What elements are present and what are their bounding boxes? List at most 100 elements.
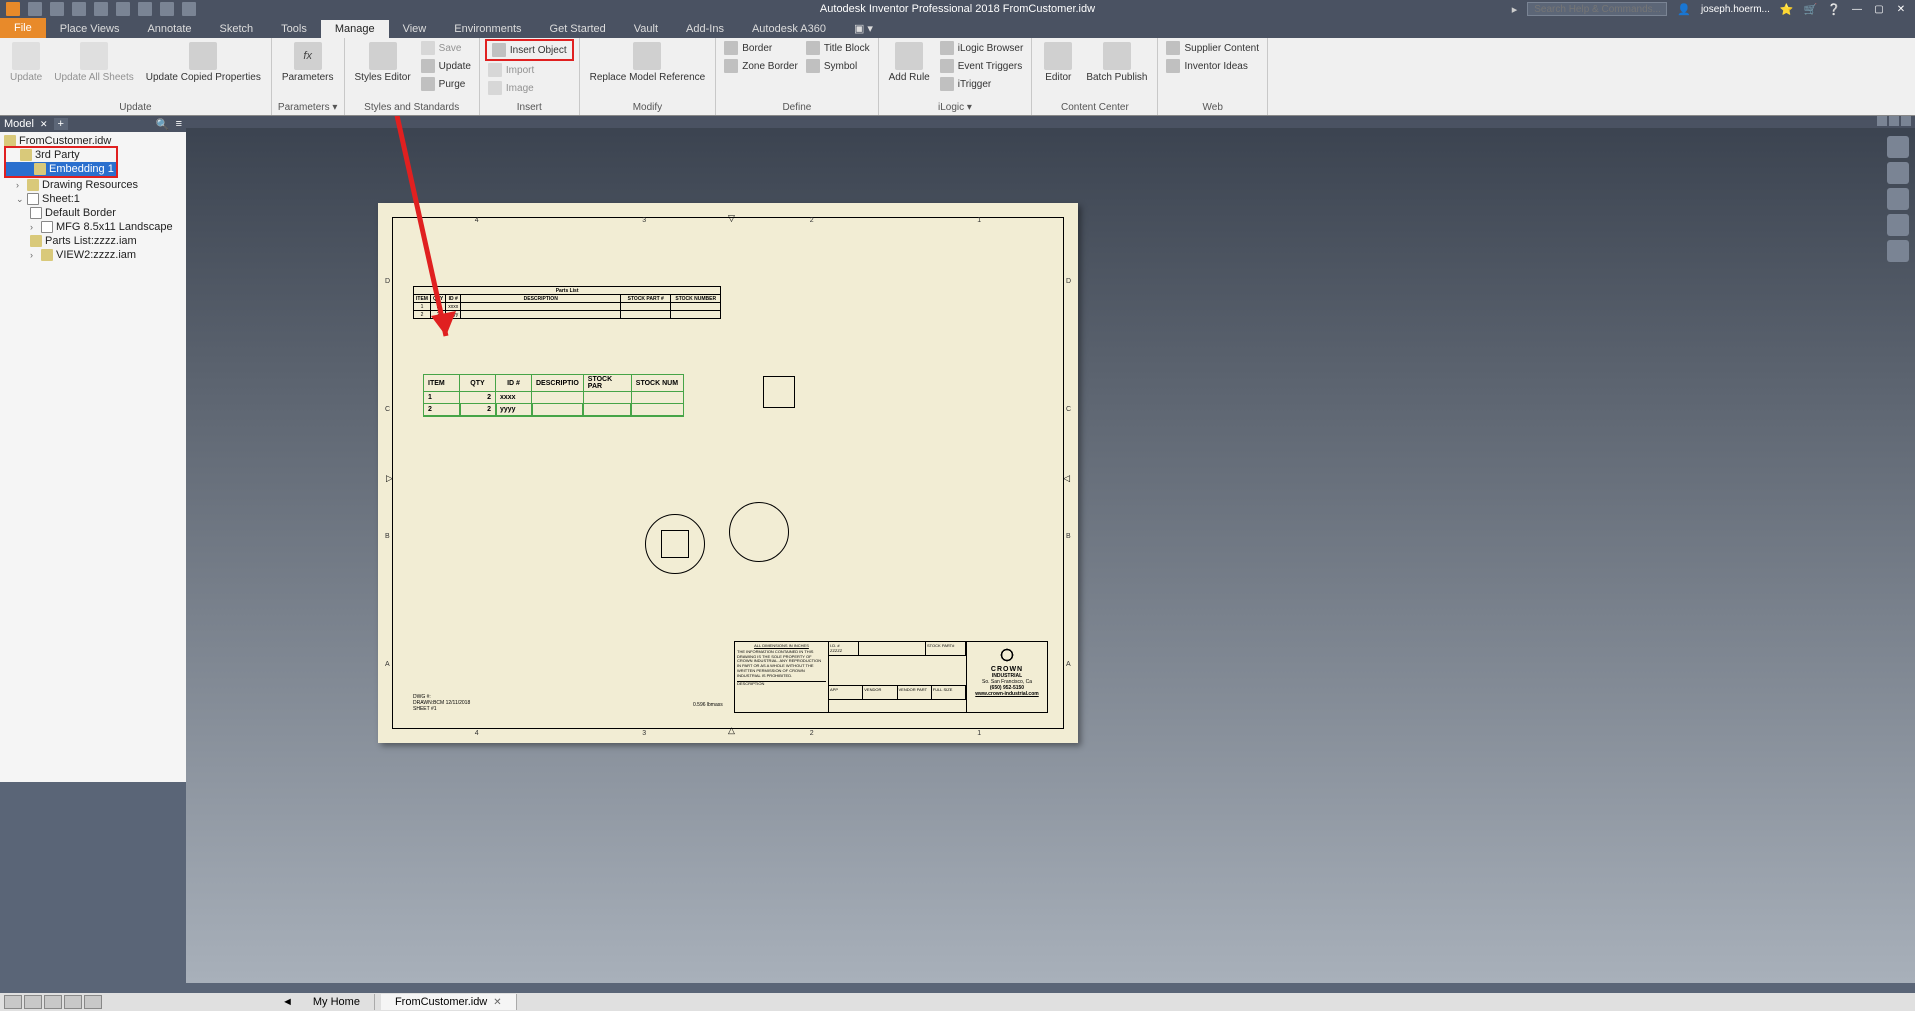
- open-icon[interactable]: [28, 2, 42, 16]
- update-all-sheets-button[interactable]: Update All Sheets: [50, 40, 138, 85]
- mass-label: 0.596 lbmass: [693, 702, 723, 708]
- tree-root[interactable]: FromCustomer.idw: [2, 134, 184, 148]
- close-icon[interactable]: ✕: [493, 997, 501, 1008]
- favorites-icon[interactable]: ⭐: [1780, 3, 1794, 16]
- tab-a360[interactable]: Autodesk A360: [738, 20, 840, 38]
- parts-list-table[interactable]: Parts List ITEM QTY ID # DESCRIPTION STO…: [413, 286, 721, 319]
- itrigger-button[interactable]: iTrigger: [938, 76, 1026, 92]
- home-icon[interactable]: [116, 2, 130, 16]
- material-icon[interactable]: [160, 2, 174, 16]
- circle-view-2[interactable]: [729, 502, 789, 562]
- nav-full-icon[interactable]: [1887, 162, 1909, 184]
- update-copied-button[interactable]: Update Copied Properties: [142, 40, 265, 85]
- canvas-max-icon[interactable]: [1889, 116, 1899, 126]
- help-icon[interactable]: ❔: [1827, 3, 1841, 16]
- titleblock-button[interactable]: Title Block: [804, 40, 872, 56]
- minimize-button[interactable]: —: [1851, 3, 1863, 15]
- event-triggers-button[interactable]: Event Triggers: [938, 58, 1026, 74]
- styles-save-button[interactable]: Save: [419, 40, 473, 56]
- parameters-group-title: Parameters ▾: [278, 100, 338, 113]
- batch-publish-button[interactable]: Batch Publish: [1082, 40, 1151, 85]
- dwg-info: DWG #: DRAWN:BCM 12/11/2018 SHEET #1: [413, 694, 470, 712]
- select-icon[interactable]: [138, 2, 152, 16]
- image-button[interactable]: Image: [486, 80, 573, 96]
- tab-sketch[interactable]: Sketch: [206, 20, 268, 38]
- border-button[interactable]: Border: [722, 40, 800, 56]
- tree-view2[interactable]: ›VIEW2:zzzz.iam: [2, 248, 184, 262]
- styles-editor-button[interactable]: Styles Editor: [351, 40, 415, 85]
- undo-icon[interactable]: [72, 2, 86, 16]
- nav-pan-icon[interactable]: [1887, 214, 1909, 236]
- modify-group-title: Modify: [586, 100, 710, 113]
- nav-zoom-icon[interactable]: [1887, 240, 1909, 262]
- view-mode-4[interactable]: [64, 995, 82, 1009]
- parameters-button[interactable]: fxParameters: [278, 40, 338, 85]
- doc-tab-file[interactable]: FromCustomer.idw✕: [381, 994, 517, 1010]
- canvas[interactable]: 4321 DCBA DCBA 4321 ▽ △ ▷ ◁ Parts List: [186, 116, 1915, 983]
- inventor-ideas-button[interactable]: Inventor Ideas: [1164, 58, 1261, 74]
- canvas-header: [186, 116, 1915, 128]
- tab-manage[interactable]: Manage: [321, 20, 389, 38]
- update-button[interactable]: Update: [6, 40, 46, 85]
- tab-annotate[interactable]: Annotate: [133, 20, 205, 38]
- insert-object-button[interactable]: Insert Object: [486, 40, 573, 60]
- tree-3rd-party[interactable]: 3rd Party: [6, 148, 116, 162]
- nav-home-icon[interactable]: [1887, 136, 1909, 158]
- redo-icon[interactable]: [94, 2, 108, 16]
- tab-collapse[interactable]: ▣ ▾: [840, 19, 887, 38]
- ilogic-browser-button[interactable]: iLogic Browser: [938, 40, 1026, 56]
- zone-border-button[interactable]: Zone Border: [722, 58, 800, 74]
- tree-border[interactable]: Default Border: [2, 206, 184, 220]
- add-rule-button[interactable]: Add Rule: [885, 40, 934, 85]
- square-view[interactable]: [763, 376, 795, 408]
- tab-environments[interactable]: Environments: [440, 20, 535, 38]
- browser-add-tab[interactable]: +: [54, 118, 68, 130]
- tree-embedding[interactable]: Embedding 1: [6, 162, 116, 176]
- styles-update-button[interactable]: Update: [419, 58, 473, 74]
- tree-resources[interactable]: ›Drawing Resources: [2, 178, 184, 192]
- cart-icon[interactable]: 🛒: [1804, 3, 1818, 16]
- styles-purge-button[interactable]: Purge: [419, 76, 473, 92]
- replace-model-button[interactable]: Replace Model Reference: [586, 40, 710, 85]
- tab-vault[interactable]: Vault: [620, 20, 672, 38]
- signin-label[interactable]: joseph.hoerm...: [1701, 4, 1770, 15]
- appearance-icon[interactable]: [182, 2, 196, 16]
- tab-get-started[interactable]: Get Started: [536, 20, 620, 38]
- tab-addins[interactable]: Add-Ins: [672, 20, 738, 38]
- close-button[interactable]: ✕: [1895, 3, 1907, 15]
- maximize-button[interactable]: ▢: [1873, 3, 1885, 15]
- menu-tabs: File Place Views Annotate Sketch Tools M…: [0, 18, 1915, 38]
- nav-bar: [1887, 136, 1911, 262]
- canvas-min-icon[interactable]: [1877, 116, 1887, 126]
- browser-header: Model ✕ + 🔍 ≡: [0, 116, 186, 132]
- title-block[interactable]: ALL DIMENSIONS IN INCHES THE INFORMATION…: [734, 641, 1048, 713]
- view-mode-2[interactable]: [24, 995, 42, 1009]
- model-browser: FromCustomer.idw 3rd Party Embedding 1 ›…: [0, 132, 186, 782]
- tree-mfg[interactable]: ›MFG 8.5x11 Landscape: [2, 220, 184, 234]
- browser-close-tab[interactable]: ✕: [40, 119, 48, 130]
- view-mode-5[interactable]: [84, 995, 102, 1009]
- doc-tab-home[interactable]: My Home: [299, 994, 375, 1010]
- nav-orbit-icon[interactable]: [1887, 188, 1909, 210]
- file-tab[interactable]: File: [0, 18, 46, 38]
- supplier-content-button[interactable]: Supplier Content: [1164, 40, 1261, 56]
- tree-sheet[interactable]: ⌄Sheet:1: [2, 192, 184, 206]
- drawing-sheet[interactable]: 4321 DCBA DCBA 4321 ▽ △ ▷ ◁ Parts List: [378, 203, 1078, 743]
- canvas-close-icon[interactable]: [1901, 116, 1911, 126]
- app-icon[interactable]: [6, 2, 20, 16]
- save-icon[interactable]: [50, 2, 64, 16]
- embedded-table[interactable]: ITEM QTY ID # DESCRIPTIO STOCK PAR STOCK…: [423, 374, 684, 416]
- symbol-button[interactable]: Symbol: [804, 58, 872, 74]
- browser-menu-icon[interactable]: ≡: [176, 118, 182, 131]
- tab-tools[interactable]: Tools: [267, 20, 321, 38]
- tab-view[interactable]: View: [389, 20, 441, 38]
- cc-editor-button[interactable]: Editor: [1038, 40, 1078, 85]
- search-input[interactable]: [1527, 2, 1667, 16]
- view-mode-1[interactable]: [4, 995, 22, 1009]
- search-icon[interactable]: 🔍: [156, 118, 170, 131]
- import-button[interactable]: Import: [486, 62, 573, 78]
- signin-icon[interactable]: 👤: [1677, 3, 1691, 16]
- tab-place-views[interactable]: Place Views: [46, 20, 134, 38]
- view-mode-3[interactable]: [44, 995, 62, 1009]
- tree-parts-list[interactable]: Parts List:zzzz.iam: [2, 234, 184, 248]
